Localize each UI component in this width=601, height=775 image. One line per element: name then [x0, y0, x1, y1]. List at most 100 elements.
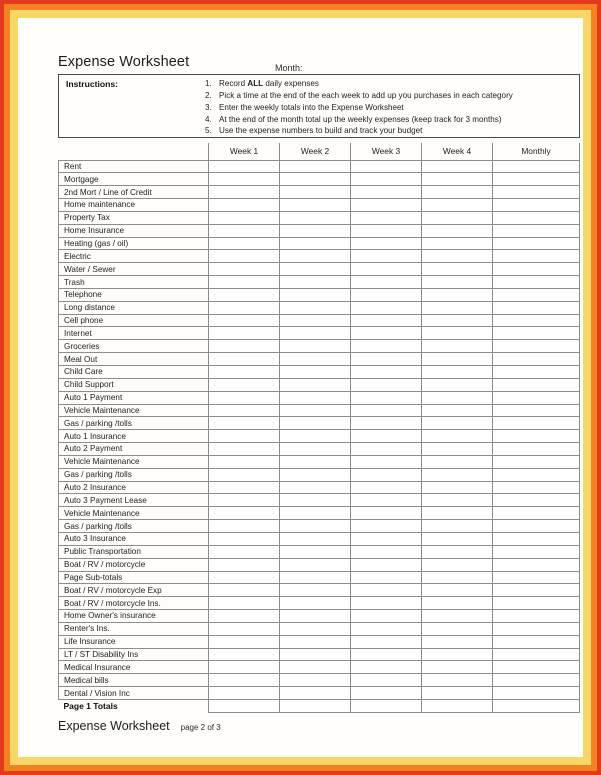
amount-cell[interactable]	[350, 531, 422, 546]
totals-amount-cell[interactable]	[350, 698, 422, 713]
amount-cell[interactable]	[350, 198, 422, 212]
amount-cell[interactable]	[421, 210, 493, 225]
amount-cell[interactable]	[350, 673, 422, 688]
amount-cell[interactable]	[208, 416, 280, 431]
amount-cell[interactable]	[492, 519, 580, 533]
amount-cell[interactable]	[279, 442, 351, 456]
totals-amount-cell[interactable]	[279, 698, 351, 713]
amount-cell[interactable]	[492, 185, 580, 200]
amount-cell[interactable]	[421, 506, 493, 521]
amount-cell[interactable]	[350, 634, 422, 649]
amount-cell[interactable]	[208, 390, 280, 405]
amount-cell[interactable]	[208, 621, 280, 636]
amount-cell[interactable]	[208, 544, 280, 559]
amount-cell[interactable]	[350, 390, 422, 405]
amount-cell[interactable]	[279, 429, 351, 444]
amount-cell[interactable]	[350, 647, 422, 662]
amount-cell[interactable]	[492, 390, 580, 405]
amount-cell[interactable]	[350, 326, 422, 341]
amount-cell[interactable]	[421, 686, 493, 700]
amount-cell[interactable]	[279, 287, 351, 302]
totals-amount-cell[interactable]	[421, 698, 493, 713]
amount-cell[interactable]	[492, 159, 580, 174]
amount-cell[interactable]	[350, 506, 422, 521]
amount-cell[interactable]	[421, 519, 493, 533]
amount-cell[interactable]	[492, 365, 580, 379]
amount-cell[interactable]	[421, 454, 493, 469]
amount-cell[interactable]	[279, 544, 351, 559]
amount-cell[interactable]	[208, 506, 280, 521]
amount-cell[interactable]	[350, 570, 422, 585]
amount-cell[interactable]	[421, 557, 493, 572]
amount-cell[interactable]	[279, 159, 351, 174]
amount-cell[interactable]	[279, 621, 351, 636]
amount-cell[interactable]	[421, 172, 493, 187]
amount-cell[interactable]	[279, 570, 351, 585]
amount-cell[interactable]	[492, 287, 580, 302]
amount-cell[interactable]	[421, 583, 493, 598]
amount-cell[interactable]	[492, 262, 580, 277]
amount-cell[interactable]	[350, 544, 422, 559]
amount-cell[interactable]	[492, 442, 580, 456]
amount-cell[interactable]	[350, 480, 422, 495]
amount-cell[interactable]	[421, 634, 493, 649]
amount-cell[interactable]	[279, 416, 351, 431]
amount-cell[interactable]	[421, 377, 493, 392]
amount-cell[interactable]	[492, 454, 580, 469]
amount-cell[interactable]	[421, 287, 493, 302]
amount-cell[interactable]	[279, 506, 351, 521]
amount-cell[interactable]	[208, 159, 280, 174]
amount-cell[interactable]	[492, 313, 580, 328]
amount-cell[interactable]	[350, 596, 422, 611]
totals-amount-cell[interactable]	[492, 698, 580, 713]
amount-cell[interactable]	[208, 326, 280, 341]
amount-cell[interactable]	[421, 660, 493, 675]
amount-cell[interactable]	[208, 686, 280, 700]
amount-cell[interactable]	[492, 352, 580, 366]
amount-cell[interactable]	[208, 519, 280, 533]
amount-cell[interactable]	[350, 300, 422, 315]
amount-cell[interactable]	[421, 621, 493, 636]
amount-cell[interactable]	[492, 596, 580, 611]
amount-cell[interactable]	[492, 621, 580, 636]
amount-cell[interactable]	[279, 339, 351, 354]
amount-cell[interactable]	[279, 467, 351, 482]
amount-cell[interactable]	[421, 390, 493, 405]
amount-cell[interactable]	[492, 300, 580, 315]
amount-cell[interactable]	[492, 493, 580, 508]
amount-cell[interactable]	[350, 442, 422, 456]
amount-cell[interactable]	[350, 262, 422, 277]
amount-cell[interactable]	[208, 493, 280, 508]
amount-cell[interactable]	[350, 313, 422, 328]
amount-cell[interactable]	[208, 236, 280, 251]
amount-cell[interactable]	[421, 429, 493, 444]
amount-cell[interactable]	[279, 673, 351, 688]
amount-cell[interactable]	[350, 159, 422, 174]
amount-cell[interactable]	[492, 480, 580, 495]
amount-cell[interactable]	[421, 300, 493, 315]
amount-cell[interactable]	[208, 275, 280, 289]
amount-cell[interactable]	[279, 275, 351, 289]
amount-cell[interactable]	[421, 467, 493, 482]
amount-cell[interactable]	[421, 159, 493, 174]
amount-cell[interactable]	[208, 365, 280, 379]
amount-cell[interactable]	[208, 454, 280, 469]
amount-cell[interactable]	[208, 557, 280, 572]
amount-cell[interactable]	[279, 390, 351, 405]
amount-cell[interactable]	[421, 185, 493, 200]
amount-cell[interactable]	[279, 377, 351, 392]
amount-cell[interactable]	[279, 531, 351, 546]
amount-cell[interactable]	[421, 198, 493, 212]
amount-cell[interactable]	[279, 596, 351, 611]
amount-cell[interactable]	[350, 454, 422, 469]
amount-cell[interactable]	[492, 609, 580, 623]
amount-cell[interactable]	[208, 467, 280, 482]
amount-cell[interactable]	[208, 660, 280, 675]
amount-cell[interactable]	[279, 262, 351, 277]
amount-cell[interactable]	[279, 686, 351, 700]
amount-cell[interactable]	[208, 480, 280, 495]
amount-cell[interactable]	[350, 429, 422, 444]
amount-cell[interactable]	[279, 223, 351, 238]
amount-cell[interactable]	[350, 172, 422, 187]
amount-cell[interactable]	[208, 223, 280, 238]
